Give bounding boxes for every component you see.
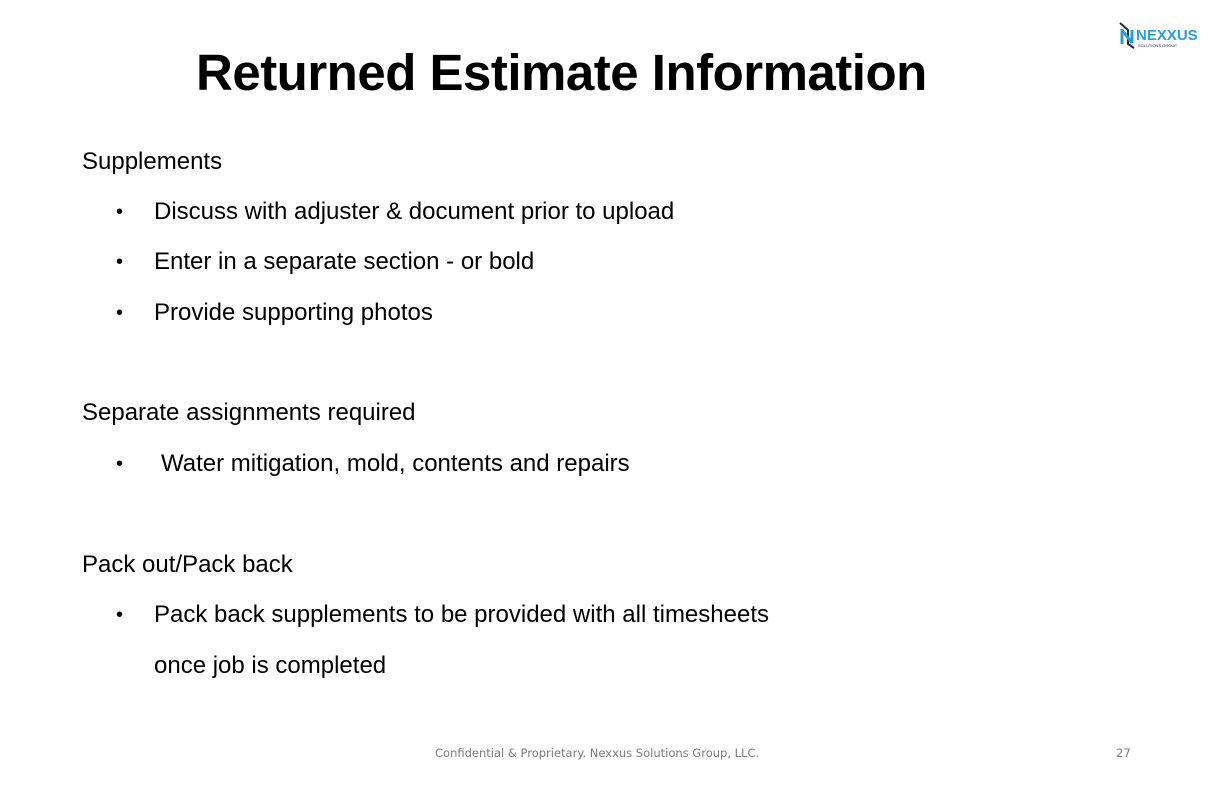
page-number: 27 xyxy=(1116,746,1131,760)
bullet-text: Discuss with adjuster & document prior t… xyxy=(154,198,675,225)
bullet-text: Water mitigation, mold, contents and rep… xyxy=(161,450,630,477)
section-heading-supplements: Supplements xyxy=(82,148,223,175)
footer-confidentiality: Confidential & Proprietary. Nexxus Solut… xyxy=(435,746,760,760)
bullet-icon: • xyxy=(116,302,124,324)
bullet-icon: • xyxy=(116,453,124,475)
bullet-icon: • xyxy=(116,604,124,626)
bullet-text: Pack back supplements to be provided wit… xyxy=(154,601,769,628)
logo-tagline: SOLUTIONS GROUP xyxy=(1138,43,1177,48)
bullet-icon: • xyxy=(116,201,124,223)
nexxus-logo: NEXXUS SOLUTIONS GROUP xyxy=(1118,20,1200,50)
nexxus-logo-icon: NEXXUS SOLUTIONS GROUP xyxy=(1119,22,1198,49)
section-heading-separate-assignments: Separate assignments required xyxy=(82,399,416,426)
slide-title: Returned Estimate Information xyxy=(196,44,927,101)
bullet-icon: • xyxy=(116,251,124,273)
bullet-text: Provide supporting photos xyxy=(154,299,433,326)
bullet-text: Enter in a separate section - or bold xyxy=(154,248,535,275)
logo-wordmark: NEXXUS xyxy=(1136,27,1198,44)
section-heading-pack-out: Pack out/Pack back xyxy=(82,551,293,578)
bullet-text-continuation: once job is completed xyxy=(154,652,387,679)
